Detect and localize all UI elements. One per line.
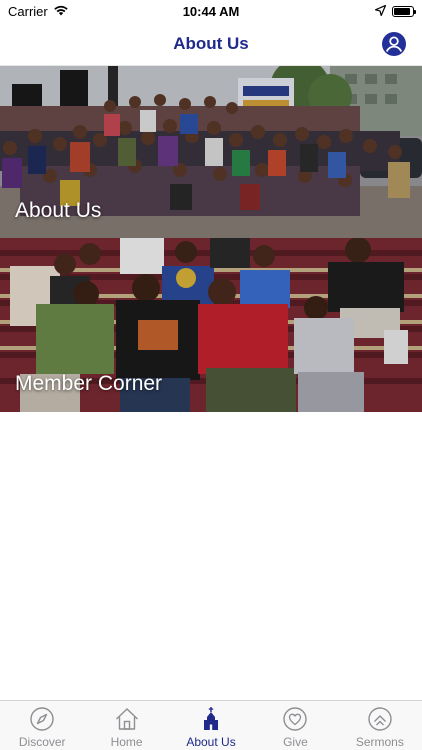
carrier-label: Carrier — [8, 3, 48, 19]
tab-about-us[interactable]: About Us — [169, 701, 253, 750]
status-time: 10:44 AM — [182, 3, 240, 19]
tab-discover-label: Discover — [18, 735, 66, 749]
about-us-tile[interactable]: About Us — [0, 66, 422, 238]
about-us-tile-label: About Us — [15, 199, 102, 222]
house-icon — [114, 706, 140, 732]
battery-icon — [392, 5, 416, 17]
tab-sermons-label: Sermons — [355, 735, 404, 749]
church-icon — [198, 706, 224, 732]
tab-give-label: Give — [283, 735, 308, 749]
tab-give[interactable]: Give — [253, 701, 337, 750]
tab-discover[interactable]: Discover — [0, 701, 84, 750]
status-bar: Carrier 10:44 AM — [0, 0, 422, 22]
member-corner-tile-label: Member Corner — [15, 372, 163, 395]
person-circle-icon — [385, 36, 403, 52]
tab-bar: Discover Home About Us Give Sermons — [0, 700, 422, 750]
heart-icon — [282, 706, 308, 732]
tab-sermons[interactable]: Sermons — [338, 701, 422, 750]
wifi-icon — [53, 4, 69, 19]
member-corner-tile[interactable]: Member Corner — [0, 238, 422, 412]
status-left: Carrier — [8, 4, 148, 19]
page-title: About Us — [173, 33, 249, 53]
battery-level — [394, 7, 411, 15]
location-arrow-icon — [374, 4, 387, 19]
tab-about-us-label: About Us — [186, 735, 236, 749]
tab-home-label: Home — [110, 735, 143, 749]
compass-icon — [29, 706, 55, 732]
profile-button[interactable] — [382, 32, 406, 56]
tab-home[interactable]: Home — [84, 701, 168, 750]
sermons-icon — [367, 706, 393, 732]
status-right — [274, 4, 416, 19]
navigation-bar: About Us — [0, 22, 422, 66]
